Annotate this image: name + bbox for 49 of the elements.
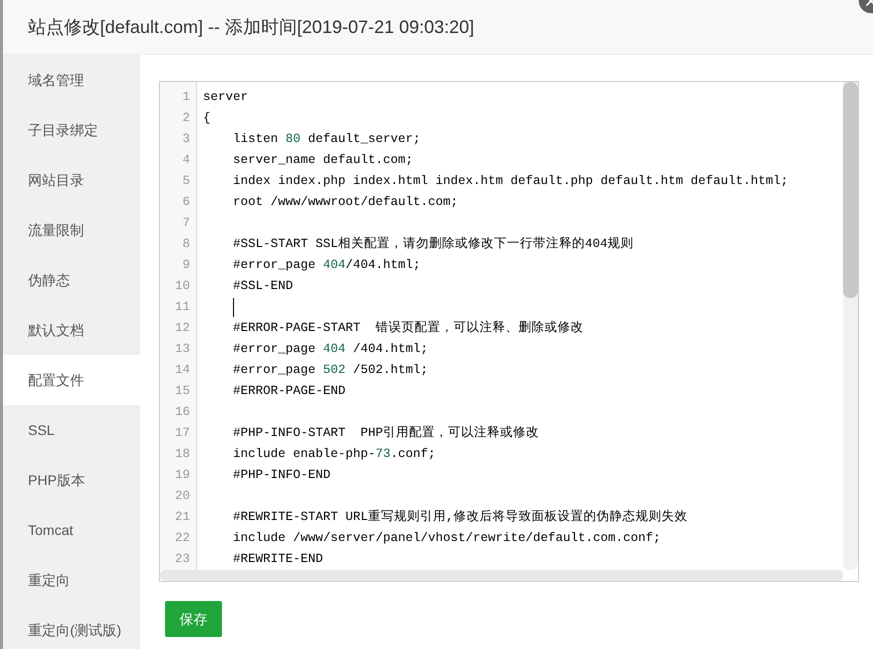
line-number: 6 bbox=[182, 194, 190, 211]
code-line: #error_page 404 /404.html; bbox=[233, 341, 428, 358]
code-line: include enable-php-73.conf; bbox=[233, 446, 436, 463]
line-number: 8 bbox=[182, 236, 190, 253]
code-line: listen 80 default_server; bbox=[233, 131, 421, 148]
code-line: #error_page 404/404.html; bbox=[233, 257, 421, 274]
code-line: server_name default.com; bbox=[233, 152, 414, 169]
line-number: 2 bbox=[182, 110, 190, 127]
line-number: 15 bbox=[174, 383, 190, 400]
code-line: server bbox=[203, 89, 248, 106]
line-number: 14 bbox=[174, 362, 190, 379]
code-line: include /www/server/panel/vhost/rewrite/default.com.conf; bbox=[233, 530, 661, 547]
line-number: 12 bbox=[174, 320, 190, 337]
line-number: 13 bbox=[174, 341, 190, 358]
line-number: 23 bbox=[174, 551, 190, 568]
code-line: #REWRITE-START URL重写规则引用,修改后将导致面板设置的伪静态规则失效 bbox=[233, 508, 688, 526]
code-line: #error_page 502 /502.html; bbox=[233, 362, 428, 379]
code-line: #SSL-START SSL相关配置，请勿删除或修改下一行带注释的404规则 bbox=[233, 236, 634, 253]
line-number: 19 bbox=[174, 467, 190, 484]
close-icon[interactable] bbox=[857, 0, 873, 16]
line-number: 10 bbox=[174, 278, 190, 295]
code-line: { bbox=[203, 110, 211, 127]
code-line: #ERROR-PAGE-START 错误页配置，可以注释、删除或修改 bbox=[233, 320, 584, 337]
horizontal-scrollbar[interactable] bbox=[160, 570, 843, 581]
line-number: 20 bbox=[174, 488, 190, 505]
code-line: #ERROR-PAGE-END bbox=[233, 383, 346, 400]
code-line: root /www/wwwroot/default.com; bbox=[233, 194, 458, 211]
vertical-scrollbar[interactable] bbox=[843, 82, 858, 570]
line-number: 11 bbox=[174, 299, 190, 316]
line-number: 1 bbox=[182, 89, 190, 106]
line-number: 16 bbox=[174, 404, 190, 421]
code-line: #REWRITE-END bbox=[233, 551, 324, 568]
code-line: #SSL-END bbox=[233, 278, 294, 295]
sidebar-item[interactable]: 配置文件 bbox=[3, 355, 140, 405]
code-editor[interactable] bbox=[159, 81, 859, 582]
line-number: 4 bbox=[182, 152, 190, 169]
code-line: index index.php index.html index.htm default.php default.htm default.html; bbox=[233, 173, 788, 190]
dialog-title: 站点修改[default.com] -- 添加时间[2019-07-21 09:03:20] bbox=[28, 16, 474, 39]
line-number: 17 bbox=[174, 425, 190, 442]
scrollbar-thumb[interactable] bbox=[843, 82, 858, 298]
line-number: 7 bbox=[182, 215, 190, 232]
line-number: 22 bbox=[174, 530, 190, 547]
line-number: 18 bbox=[174, 446, 190, 463]
code-line: #PHP-INFO-END bbox=[233, 467, 331, 484]
line-number: 5 bbox=[182, 173, 190, 190]
line-number: 3 bbox=[182, 131, 190, 148]
code-line: #PHP-INFO-START PHP引用配置，可以注释或修改 bbox=[233, 424, 540, 442]
line-number: 21 bbox=[174, 509, 190, 526]
line-number: 9 bbox=[182, 257, 190, 274]
